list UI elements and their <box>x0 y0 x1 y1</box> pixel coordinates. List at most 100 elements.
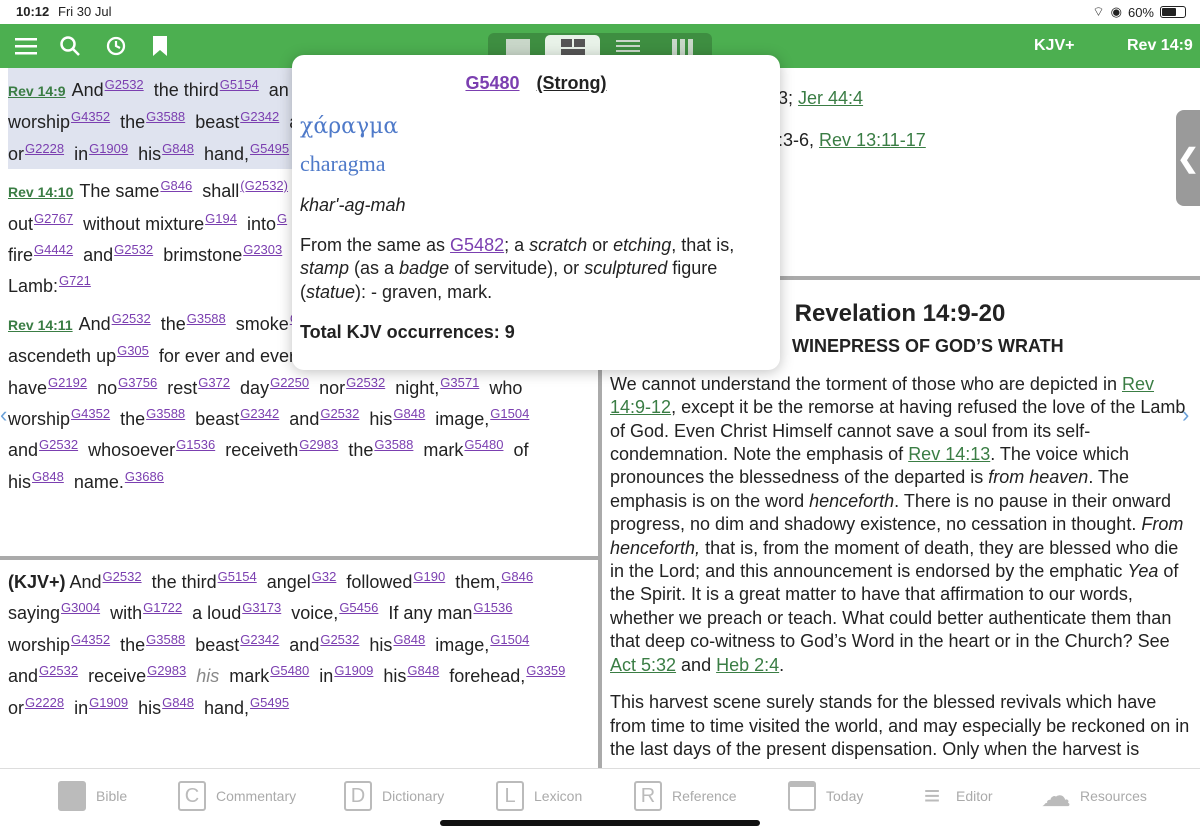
verse-word: withG1722 <box>110 600 183 624</box>
strongs-tag[interactable]: G848 <box>393 632 425 647</box>
strongs-tag[interactable]: G2532 <box>346 375 385 390</box>
ref-link-rev-13-11-17[interactable]: Rev 13:11-17 <box>819 130 926 150</box>
reference-selector[interactable]: Rev 14:9 <box>1127 37 1193 55</box>
strongs-tag[interactable]: G5480 <box>464 437 503 452</box>
strongs-tag[interactable]: G3588 <box>187 311 226 326</box>
strongs-tag[interactable]: G2532 <box>320 406 359 421</box>
strongs-tag[interactable]: G3686 <box>125 469 164 484</box>
strongs-tag[interactable]: G3173 <box>242 600 281 615</box>
strongs-tag[interactable]: G2342 <box>240 109 279 124</box>
tab-today[interactable]: Today <box>788 781 863 811</box>
search-icon[interactable] <box>58 34 82 58</box>
strongs-tag[interactable]: G5456 <box>339 600 378 615</box>
strongs-tag[interactable]: G848 <box>32 469 64 484</box>
strongs-tag[interactable]: G <box>277 211 287 226</box>
link-heb-2-4[interactable]: Heb 2:4 <box>716 655 779 675</box>
strongs-tag[interactable]: G3571 <box>440 375 479 390</box>
strongs-tag[interactable]: G1722 <box>143 600 182 615</box>
strongs-tag[interactable]: G2983 <box>147 663 186 678</box>
strongs-tag[interactable]: G2532 <box>105 77 144 92</box>
tab-bible[interactable]: Bible <box>58 781 127 811</box>
strongs-tag[interactable]: G194 <box>205 211 237 226</box>
strongs-tag[interactable]: G4442 <box>34 242 73 257</box>
tab-editor[interactable]: ≡ Editor <box>918 780 993 811</box>
tab-commentary[interactable]: C Commentary <box>178 781 296 811</box>
history-icon[interactable] <box>104 34 128 58</box>
strongs-tag[interactable]: G4352 <box>71 632 110 647</box>
strongs-tag[interactable]: G721 <box>59 273 91 288</box>
strongs-tag[interactable]: G2532 <box>103 569 142 584</box>
verse-word: outG2767 <box>8 210 74 234</box>
strongs-tag[interactable]: G5480 <box>270 663 309 678</box>
strongs-tag[interactable]: G2250 <box>270 375 309 390</box>
strongs-tag[interactable]: G848 <box>162 695 194 710</box>
strongs-tag[interactable]: G2532 <box>112 311 151 326</box>
ref-link-jer-44-4[interactable]: Jer 44:4 <box>798 88 863 108</box>
strongs-tag[interactable]: G5154 <box>220 77 259 92</box>
strongs-tag[interactable]: G2532 <box>114 242 153 257</box>
strongs-tag[interactable]: G5495 <box>250 695 289 710</box>
strongs-tag[interactable]: G1504 <box>490 406 529 421</box>
next-chevron-icon[interactable]: › <box>1182 402 1189 428</box>
strongs-tag[interactable]: G3756 <box>118 375 157 390</box>
home-indicator[interactable] <box>440 820 760 826</box>
strongs-number-link[interactable]: G5480 <box>465 73 519 93</box>
strongs-tag[interactable]: G5154 <box>218 569 257 584</box>
strongs-tag[interactable]: G2532 <box>320 632 359 647</box>
bookmark-icon[interactable] <box>148 34 172 58</box>
strongs-tag[interactable]: G5495 <box>250 141 289 156</box>
verse-reference[interactable]: Rev 14:10 <box>8 184 73 200</box>
strongs-tag[interactable]: G3359 <box>526 663 565 678</box>
tab-reference[interactable]: R Reference <box>634 781 737 811</box>
strongs-tag[interactable]: G2532 <box>39 663 78 678</box>
strongs-tag[interactable]: G190 <box>413 569 445 584</box>
strongs-tag[interactable]: G2228 <box>25 141 64 156</box>
strongs-tag[interactable]: G2342 <box>240 632 279 647</box>
strongs-tag[interactable]: G2342 <box>240 406 279 421</box>
link-rev-14-13[interactable]: Rev 14:13 <box>908 444 990 464</box>
strongs-tag[interactable]: G848 <box>407 663 439 678</box>
strongs-tag[interactable]: G3588 <box>146 109 185 124</box>
strongs-tag[interactable]: G1909 <box>334 663 373 678</box>
tab-lexicon[interactable]: L Lexicon <box>496 781 582 811</box>
link-act-5-32[interactable]: Act 5:32 <box>610 655 676 675</box>
verse-reference[interactable]: Rev 14:9 <box>8 83 66 99</box>
strongs-tag[interactable]: G3588 <box>374 437 413 452</box>
strongs-tag[interactable]: G1909 <box>89 141 128 156</box>
tab-dictionary[interactable]: D Dictionary <box>344 781 444 811</box>
strongs-tag[interactable]: G2192 <box>48 375 87 390</box>
strongs-tag[interactable]: G3588 <box>146 406 185 421</box>
strongs-tag[interactable]: G848 <box>393 406 425 421</box>
wifi-icon: ⌔ <box>1092 4 1105 19</box>
strongs-tag[interactable]: G4352 <box>71 406 110 421</box>
strongs-tag[interactable]: G1504 <box>490 632 529 647</box>
link-g5482[interactable]: G5482 <box>450 235 504 255</box>
strongs-tag[interactable]: G846 <box>160 178 192 193</box>
strongs-tag[interactable]: G1536 <box>176 437 215 452</box>
pane-divider-horizontal[interactable] <box>0 556 598 560</box>
strongs-tag[interactable]: G4352 <box>71 109 110 124</box>
strongs-tag[interactable]: G848 <box>162 141 194 156</box>
strongs-tag[interactable]: G32 <box>312 569 337 584</box>
verse-reference[interactable]: Rev 14:11 <box>8 317 73 333</box>
tab-resources[interactable]: ☁ Resources <box>1041 780 1147 813</box>
strongs-tag[interactable]: G1909 <box>89 695 128 710</box>
strongs-tag[interactable]: G3588 <box>146 632 185 647</box>
strongs-tag[interactable]: G3004 <box>61 600 100 615</box>
strongs-tag[interactable]: G1536 <box>473 600 512 615</box>
strongs-tag[interactable]: G2228 <box>25 695 64 710</box>
strongs-tag[interactable]: G2983 <box>299 437 338 452</box>
strongs-tag[interactable]: G372 <box>198 375 230 390</box>
verse-word: receiveG2983 <box>88 663 187 687</box>
translation-selector[interactable]: KJV+ <box>1034 37 1074 55</box>
strongs-tag[interactable]: G2532 <box>39 437 78 452</box>
strongs-tag[interactable]: G2767 <box>34 211 73 226</box>
previous-chevron-icon[interactable]: ‹ <box>0 402 7 428</box>
strongs-tag[interactable]: G305 <box>117 343 149 358</box>
strongs-tag[interactable]: G846 <box>501 569 533 584</box>
menu-icon[interactable] <box>14 34 38 58</box>
drawer-handle[interactable]: ❮ <box>1176 110 1200 206</box>
strongs-tag[interactable]: (G2532) <box>240 178 288 193</box>
strongs-tag[interactable]: G2303 <box>243 242 282 257</box>
strongs-source-link[interactable]: (Strong) <box>537 73 607 93</box>
